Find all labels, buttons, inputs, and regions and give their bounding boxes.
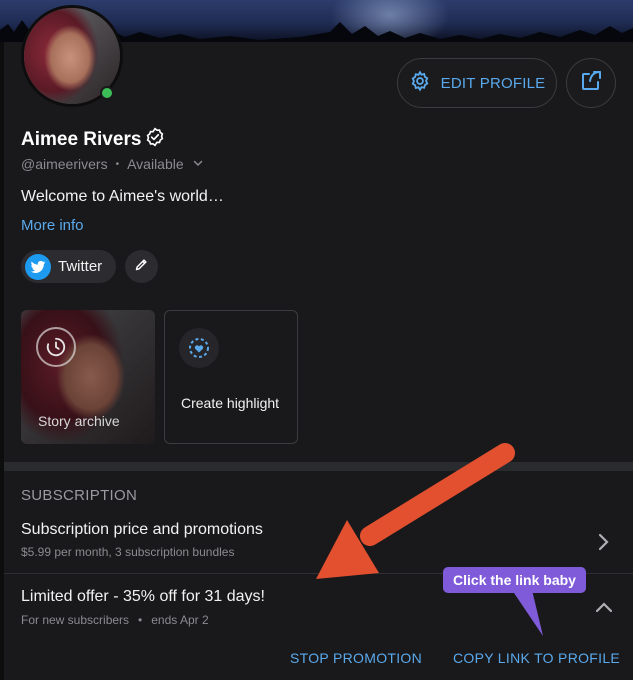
- promotion-title: Limited offer - 35% off for 31 days!: [21, 588, 265, 605]
- copy-link-button[interactable]: COPY LINK TO PROFILE: [453, 650, 620, 666]
- promotion-details: For new subscribers • ends Apr 2: [21, 613, 209, 627]
- handle-row: @aimeerivers • Available: [21, 156, 204, 172]
- promotion-audience: For new subscribers: [21, 613, 130, 627]
- more-info-link[interactable]: More info: [21, 217, 84, 234]
- separator-dot: •: [115, 158, 120, 170]
- stop-promotion-button[interactable]: STOP PROMOTION: [290, 650, 422, 666]
- twitter-label: Twitter: [58, 258, 103, 275]
- heart-icon: [179, 328, 219, 368]
- chevron-down-icon[interactable]: [192, 156, 204, 172]
- edit-profile-label: EDIT PROFILE: [440, 74, 546, 92]
- profile-bio: Welcome to Aimee's world…: [21, 188, 224, 205]
- story-archive-card[interactable]: Story archive: [21, 310, 155, 444]
- create-highlight-card[interactable]: Create highlight: [164, 310, 298, 444]
- chevron-right-icon[interactable]: [597, 533, 611, 556]
- create-highlight-label: Create highlight: [181, 395, 280, 411]
- subscription-price-title[interactable]: Subscription price and promotions: [21, 521, 263, 539]
- online-status-dot: [100, 86, 114, 100]
- profile-name: Aimee Rivers: [21, 129, 142, 150]
- chevron-up-icon[interactable]: [595, 600, 613, 618]
- twitter-icon: [25, 253, 51, 280]
- annotation-tooltip: Click the link baby: [443, 567, 586, 593]
- twitter-link[interactable]: Twitter: [21, 250, 116, 283]
- story-archive-label: Story archive: [38, 413, 120, 429]
- profile-handle: @aimeerivers: [21, 156, 108, 172]
- edit-socials-button[interactable]: [125, 250, 158, 283]
- share-button[interactable]: [566, 58, 616, 108]
- clock-icon: [36, 327, 76, 367]
- promotion-end-date: ends Apr 2: [151, 613, 209, 627]
- subscription-price-summary: $5.99 per month, 3 subscription bundles: [21, 545, 235, 559]
- availability-status[interactable]: Available: [127, 156, 184, 172]
- subscription-heading: SUBSCRIPTION: [21, 487, 138, 504]
- separator-dot: •: [138, 613, 143, 627]
- profile-name-row: Aimee Rivers: [21, 127, 165, 153]
- gear-icon: [409, 69, 431, 97]
- share-icon: [579, 69, 603, 98]
- verified-icon: [145, 127, 165, 153]
- edit-profile-button[interactable]: EDIT PROFILE: [397, 58, 557, 108]
- subscription-price-row[interactable]: [4, 508, 633, 574]
- section-divider: [4, 462, 633, 471]
- pencil-icon: [134, 257, 149, 277]
